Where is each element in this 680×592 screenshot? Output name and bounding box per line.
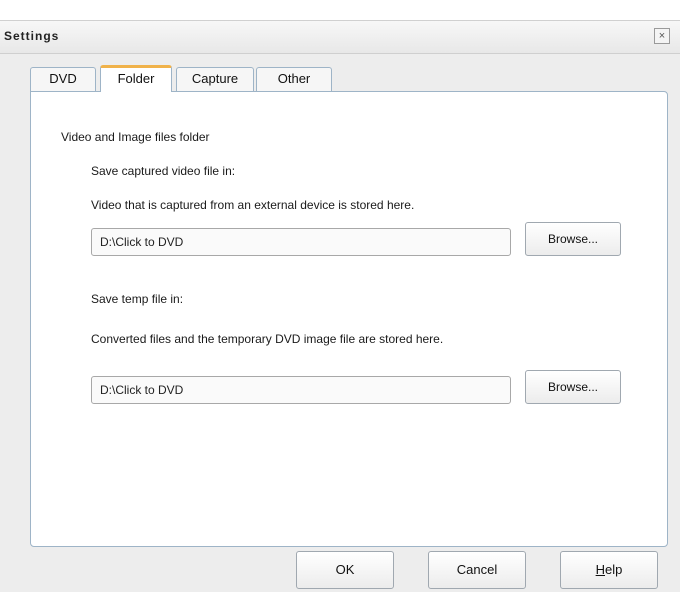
help-label: elp	[605, 562, 623, 577]
temp-folder-heading: Save temp file in:	[91, 292, 184, 306]
cancel-button[interactable]: Cancel	[428, 551, 526, 589]
title-bar: Settings ×	[0, 21, 680, 54]
tab-dvd[interactable]: DVD	[30, 67, 96, 91]
capture-folder-heading: Save captured video file in:	[91, 164, 236, 178]
capture-folder-description: Video that is captured from an external …	[91, 198, 415, 212]
help-button[interactable]: Help	[560, 551, 658, 589]
close-icon[interactable]: ×	[654, 28, 670, 44]
tab-other[interactable]: Other	[256, 67, 332, 91]
ok-button[interactable]: OK	[296, 551, 394, 589]
folder-tab-panel: Video and Image files folder Save captur…	[30, 91, 668, 547]
capture-browse-button[interactable]: Browse...	[525, 222, 621, 256]
section-title: Video and Image files folder	[61, 130, 210, 144]
dialog-title: Settings	[4, 29, 60, 43]
temp-folder-path-input[interactable]: D:\Click to DVD	[91, 376, 511, 404]
temp-browse-button[interactable]: Browse...	[525, 370, 621, 404]
temp-folder-description: Converted files and the temporary DVD im…	[91, 332, 444, 346]
settings-dialog: Settings × DVD Folder Capture Other Vide…	[0, 20, 680, 592]
help-mnemonic: H	[595, 562, 606, 577]
tab-folder[interactable]: Folder	[100, 65, 172, 92]
tab-capture[interactable]: Capture	[176, 67, 254, 91]
capture-folder-path-input[interactable]: D:\Click to DVD	[91, 228, 511, 256]
